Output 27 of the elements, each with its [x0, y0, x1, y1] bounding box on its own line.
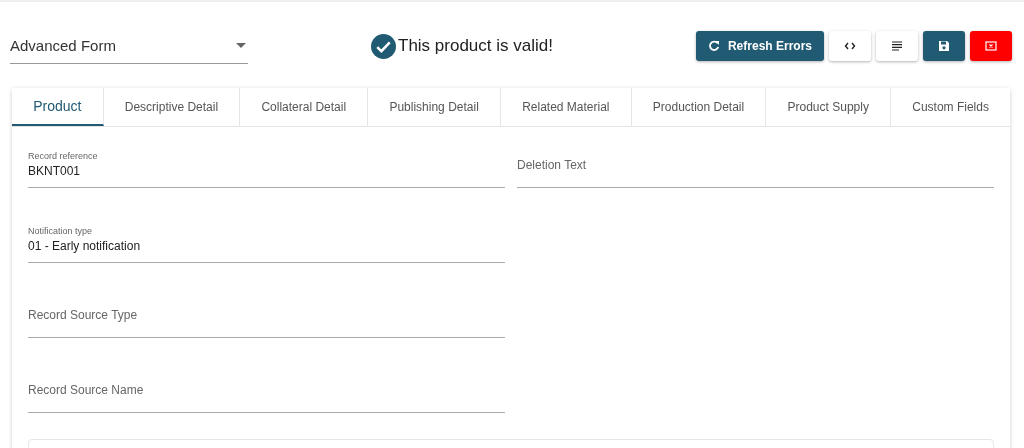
tab[interactable]: Product: [12, 88, 104, 126]
tab[interactable]: Publishing Detail: [368, 88, 501, 126]
input-field[interactable]: Record reference BKNT001: [28, 139, 505, 188]
input-field[interactable]: Deletion Text: [517, 139, 994, 188]
tab[interactable]: Product Supply: [766, 88, 892, 126]
caret-icon: [236, 43, 246, 48]
save-icon: [938, 40, 950, 52]
text-lines-icon: [891, 40, 903, 52]
code-icon: [844, 40, 856, 52]
tab[interactable]: Descriptive Detail: [103, 88, 241, 126]
refresh-errors-button[interactable]: Refresh Errors: [695, 31, 824, 61]
close-button[interactable]: [970, 31, 1012, 61]
text-view-button[interactable]: [876, 31, 918, 61]
close-icon: [985, 40, 997, 52]
code-view-button[interactable]: [829, 31, 871, 61]
tab[interactable]: Related Material: [500, 88, 632, 126]
validation-message: This product is valid!: [398, 36, 553, 56]
input-field[interactable]: Notification type 01 - Early notification: [28, 214, 505, 263]
form-select[interactable]: Advanced Form: [10, 28, 248, 64]
input-field[interactable]: Record Source Type: [28, 289, 505, 338]
tab[interactable]: Collateral Detail: [240, 88, 369, 126]
tab[interactable]: Custom Fields: [891, 88, 1011, 126]
save-button[interactable]: [923, 31, 965, 61]
check-circle-icon: [371, 33, 396, 59]
input-field[interactable]: Record Source Name: [28, 364, 505, 413]
refresh-icon: [707, 40, 720, 52]
tab[interactable]: Production Detail: [631, 88, 767, 126]
